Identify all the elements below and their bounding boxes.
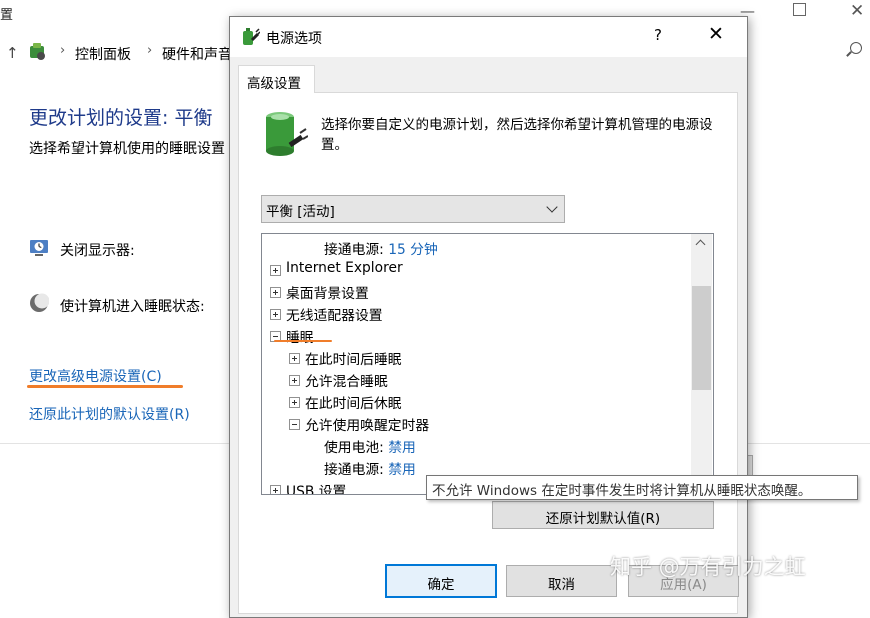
restore-plan-defaults-label: 还原计划默认值(R) [545, 511, 661, 527]
tooltip: 不允许 Windows 在定时事件发生时将计算机从睡眠状态唤醒。 [426, 475, 858, 500]
tab-label: 高级设置 [247, 76, 301, 92]
expand-icon[interactable] [270, 309, 281, 320]
restore-defaults-link[interactable]: 还原此计划的默认设置(R) [29, 404, 190, 424]
ok-button[interactable]: 确定 [385, 564, 497, 598]
tree-row[interactable]: 使用电池: 禁用 [324, 436, 416, 456]
dialog-title: 电源选项 [266, 31, 322, 47]
tree-row[interactable]: 允许使用唤醒定时器 [305, 414, 429, 434]
tree-row[interactable]: 在此时间后睡眠 [305, 348, 402, 368]
tree-row[interactable]: Internet Explorer [286, 260, 403, 276]
tree-scrollbar[interactable] [691, 234, 712, 494]
tree-row-sleep[interactable]: 睡眠 [286, 326, 314, 346]
breadcrumb-control-panel[interactable]: 控制面板 [75, 44, 131, 64]
tree-row-value[interactable]: 禁用 [388, 440, 416, 456]
expand-icon[interactable] [289, 353, 300, 364]
tree-row[interactable]: 允许混合睡眠 [305, 370, 388, 390]
search-icon[interactable] [850, 42, 862, 54]
collapse-icon[interactable] [289, 419, 300, 430]
background-window-title: 置 [0, 8, 14, 23]
tree-row[interactable]: 无线适配器设置 [286, 304, 383, 324]
page-title: 更改计划的设置: 平衡 [29, 107, 213, 129]
settings-tree[interactable]: 接通电源: 15 分钟 Internet Explorer 桌面背景设置 无线适… [261, 233, 714, 495]
watermark: 知乎 @万有引力之虹 [610, 555, 806, 579]
tree-row-label: 使用电池: [324, 440, 389, 456]
power-options-dialog: 电源选项 ? ✕ 高级设置 选择你要自定义的电源计划，然后选择你希望计算机管理的… [229, 16, 748, 618]
help-button[interactable]: ? [654, 26, 662, 44]
tree-row[interactable]: 接通电源: 禁用 [324, 458, 416, 478]
tree-row-label: 接通电源: [324, 462, 389, 478]
expand-icon[interactable] [270, 485, 281, 494]
scroll-up-icon[interactable] [695, 239, 706, 250]
tree-row-value[interactable]: 15 分钟 [388, 242, 438, 258]
tree-row-label: 接通电源: [324, 242, 389, 258]
moon-icon [30, 293, 49, 312]
cancel-button-label: 取消 [548, 577, 575, 593]
cancel-button[interactable]: 取消 [506, 565, 617, 597]
scrollbar-thumb[interactable] [692, 286, 711, 390]
control-panel-icon [30, 43, 45, 60]
put-computer-to-sleep-label: 使计算机进入睡眠状态: [60, 299, 205, 315]
turn-off-display-label: 关闭显示器: [60, 243, 135, 259]
power-plan-select-value: 平衡 [活动] [266, 204, 335, 220]
tree-row[interactable]: 桌面背景设置 [286, 282, 369, 302]
chevron-down-icon [546, 201, 558, 213]
expand-icon[interactable] [270, 287, 281, 298]
change-advanced-power-settings-link[interactable]: 更改高级电源设置(C) [29, 366, 162, 386]
ok-button-label: 确定 [427, 577, 455, 593]
breadcrumb-hardware-sound[interactable]: 硬件和声音 [162, 44, 232, 64]
expand-icon[interactable] [270, 265, 281, 276]
expand-icon[interactable] [289, 397, 300, 408]
close-icon[interactable]: ✕ [850, 1, 864, 21]
up-arrow-icon[interactable]: ↑ [6, 44, 19, 62]
page-subtitle: 选择希望计算机使用的睡眠设置 [29, 141, 225, 157]
tree-row[interactable]: 在此时间后休眠 [305, 392, 402, 412]
annotation-underline [27, 385, 183, 388]
annotation-underline [274, 340, 332, 342]
tree-row-value[interactable]: 禁用 [388, 462, 416, 478]
breadcrumb-separator: › [60, 43, 66, 58]
restore-plan-defaults-button[interactable]: 还原计划默认值(R) [492, 501, 714, 529]
tree-row[interactable]: USB 设置 [286, 480, 346, 494]
tab-advanced-settings[interactable]: 高级设置 [238, 65, 315, 93]
monitor-icon [30, 240, 48, 256]
tooltip-text: 不允许 Windows 在定时事件发生时将计算机从睡眠状态唤醒。 [432, 483, 812, 499]
expand-icon[interactable] [289, 375, 300, 386]
power-plan-select[interactable]: 平衡 [活动] [261, 195, 565, 223]
tree-row[interactable]: 接通电源: 15 分钟 [324, 238, 438, 258]
dialog-close-button[interactable]: ✕ [708, 23, 724, 45]
maximize-button[interactable] [793, 3, 806, 16]
breadcrumb-separator: › [147, 43, 153, 58]
battery-plug-icon [243, 28, 260, 45]
dialog-description: 选择你要自定义的电源计划，然后选择你希望计算机管理的电源设置。 [321, 117, 713, 153]
battery-plug-icon [266, 112, 308, 156]
